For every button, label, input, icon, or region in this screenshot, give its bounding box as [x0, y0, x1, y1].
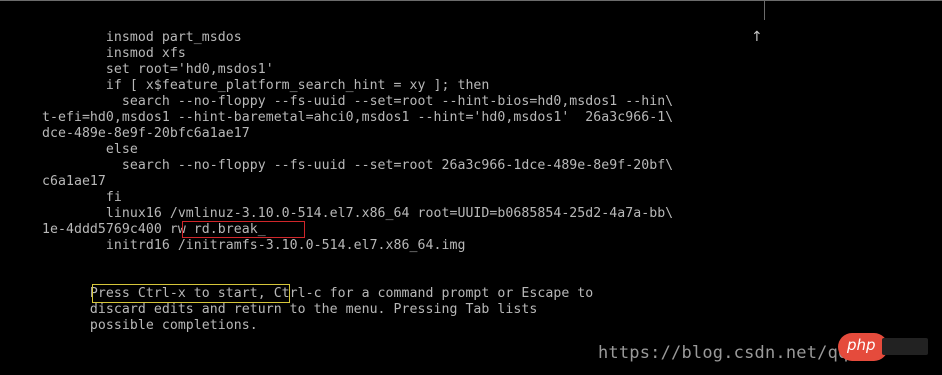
command-line[interactable]: if [ x$feature_platform_search_hint = xy… [42, 78, 489, 94]
command-line[interactable]: search --no-floppy --fs-uuid --set=root … [42, 158, 673, 174]
php-logo-icon: php [838, 333, 935, 361]
command-line[interactable]: initrd16 /initramfs-3.10.0-514.el7.x86_6… [42, 238, 465, 254]
command-line[interactable]: dce-489e-8e9f-20bfc6a1ae17 [42, 126, 250, 142]
help-line: discard edits and return to the menu. Pr… [42, 302, 538, 317]
command-line[interactable]: fi [42, 190, 122, 206]
command-line[interactable]: search --no-floppy --fs-uuid --set=root … [42, 94, 673, 110]
watermark-url: https://blog.csdn.net/qq [598, 343, 849, 363]
command-line[interactable]: t-efi=hd0,msdos1 --hint-baremetal=ahci0,… [42, 110, 673, 126]
command-line[interactable]: insmod part_msdos [42, 30, 242, 46]
start-highlight-box [92, 284, 290, 303]
grub-edit-screen[interactable]: ↑ insmod part_msdos insmod xfs set root=… [0, 0, 942, 375]
logo-bar [882, 338, 928, 355]
command-line[interactable]: insmod xfs [42, 46, 186, 62]
command-line[interactable]: else [42, 142, 138, 158]
command-line[interactable]: c6a1ae17 [42, 174, 106, 190]
edit-highlight-box [182, 221, 305, 238]
scroll-up-arrow-icon: ↑ [751, 29, 763, 45]
menu-frame-top [0, 0, 942, 20]
command-line[interactable]: set root='hd0,msdos1' [42, 62, 274, 78]
logo-text: php [847, 336, 876, 354]
command-line[interactable]: linux16 /vmlinuz-3.10.0-514.el7.x86_64 r… [42, 206, 673, 222]
menu-frame-right [760, 0, 765, 20]
help-line: possible completions. [42, 318, 258, 333]
